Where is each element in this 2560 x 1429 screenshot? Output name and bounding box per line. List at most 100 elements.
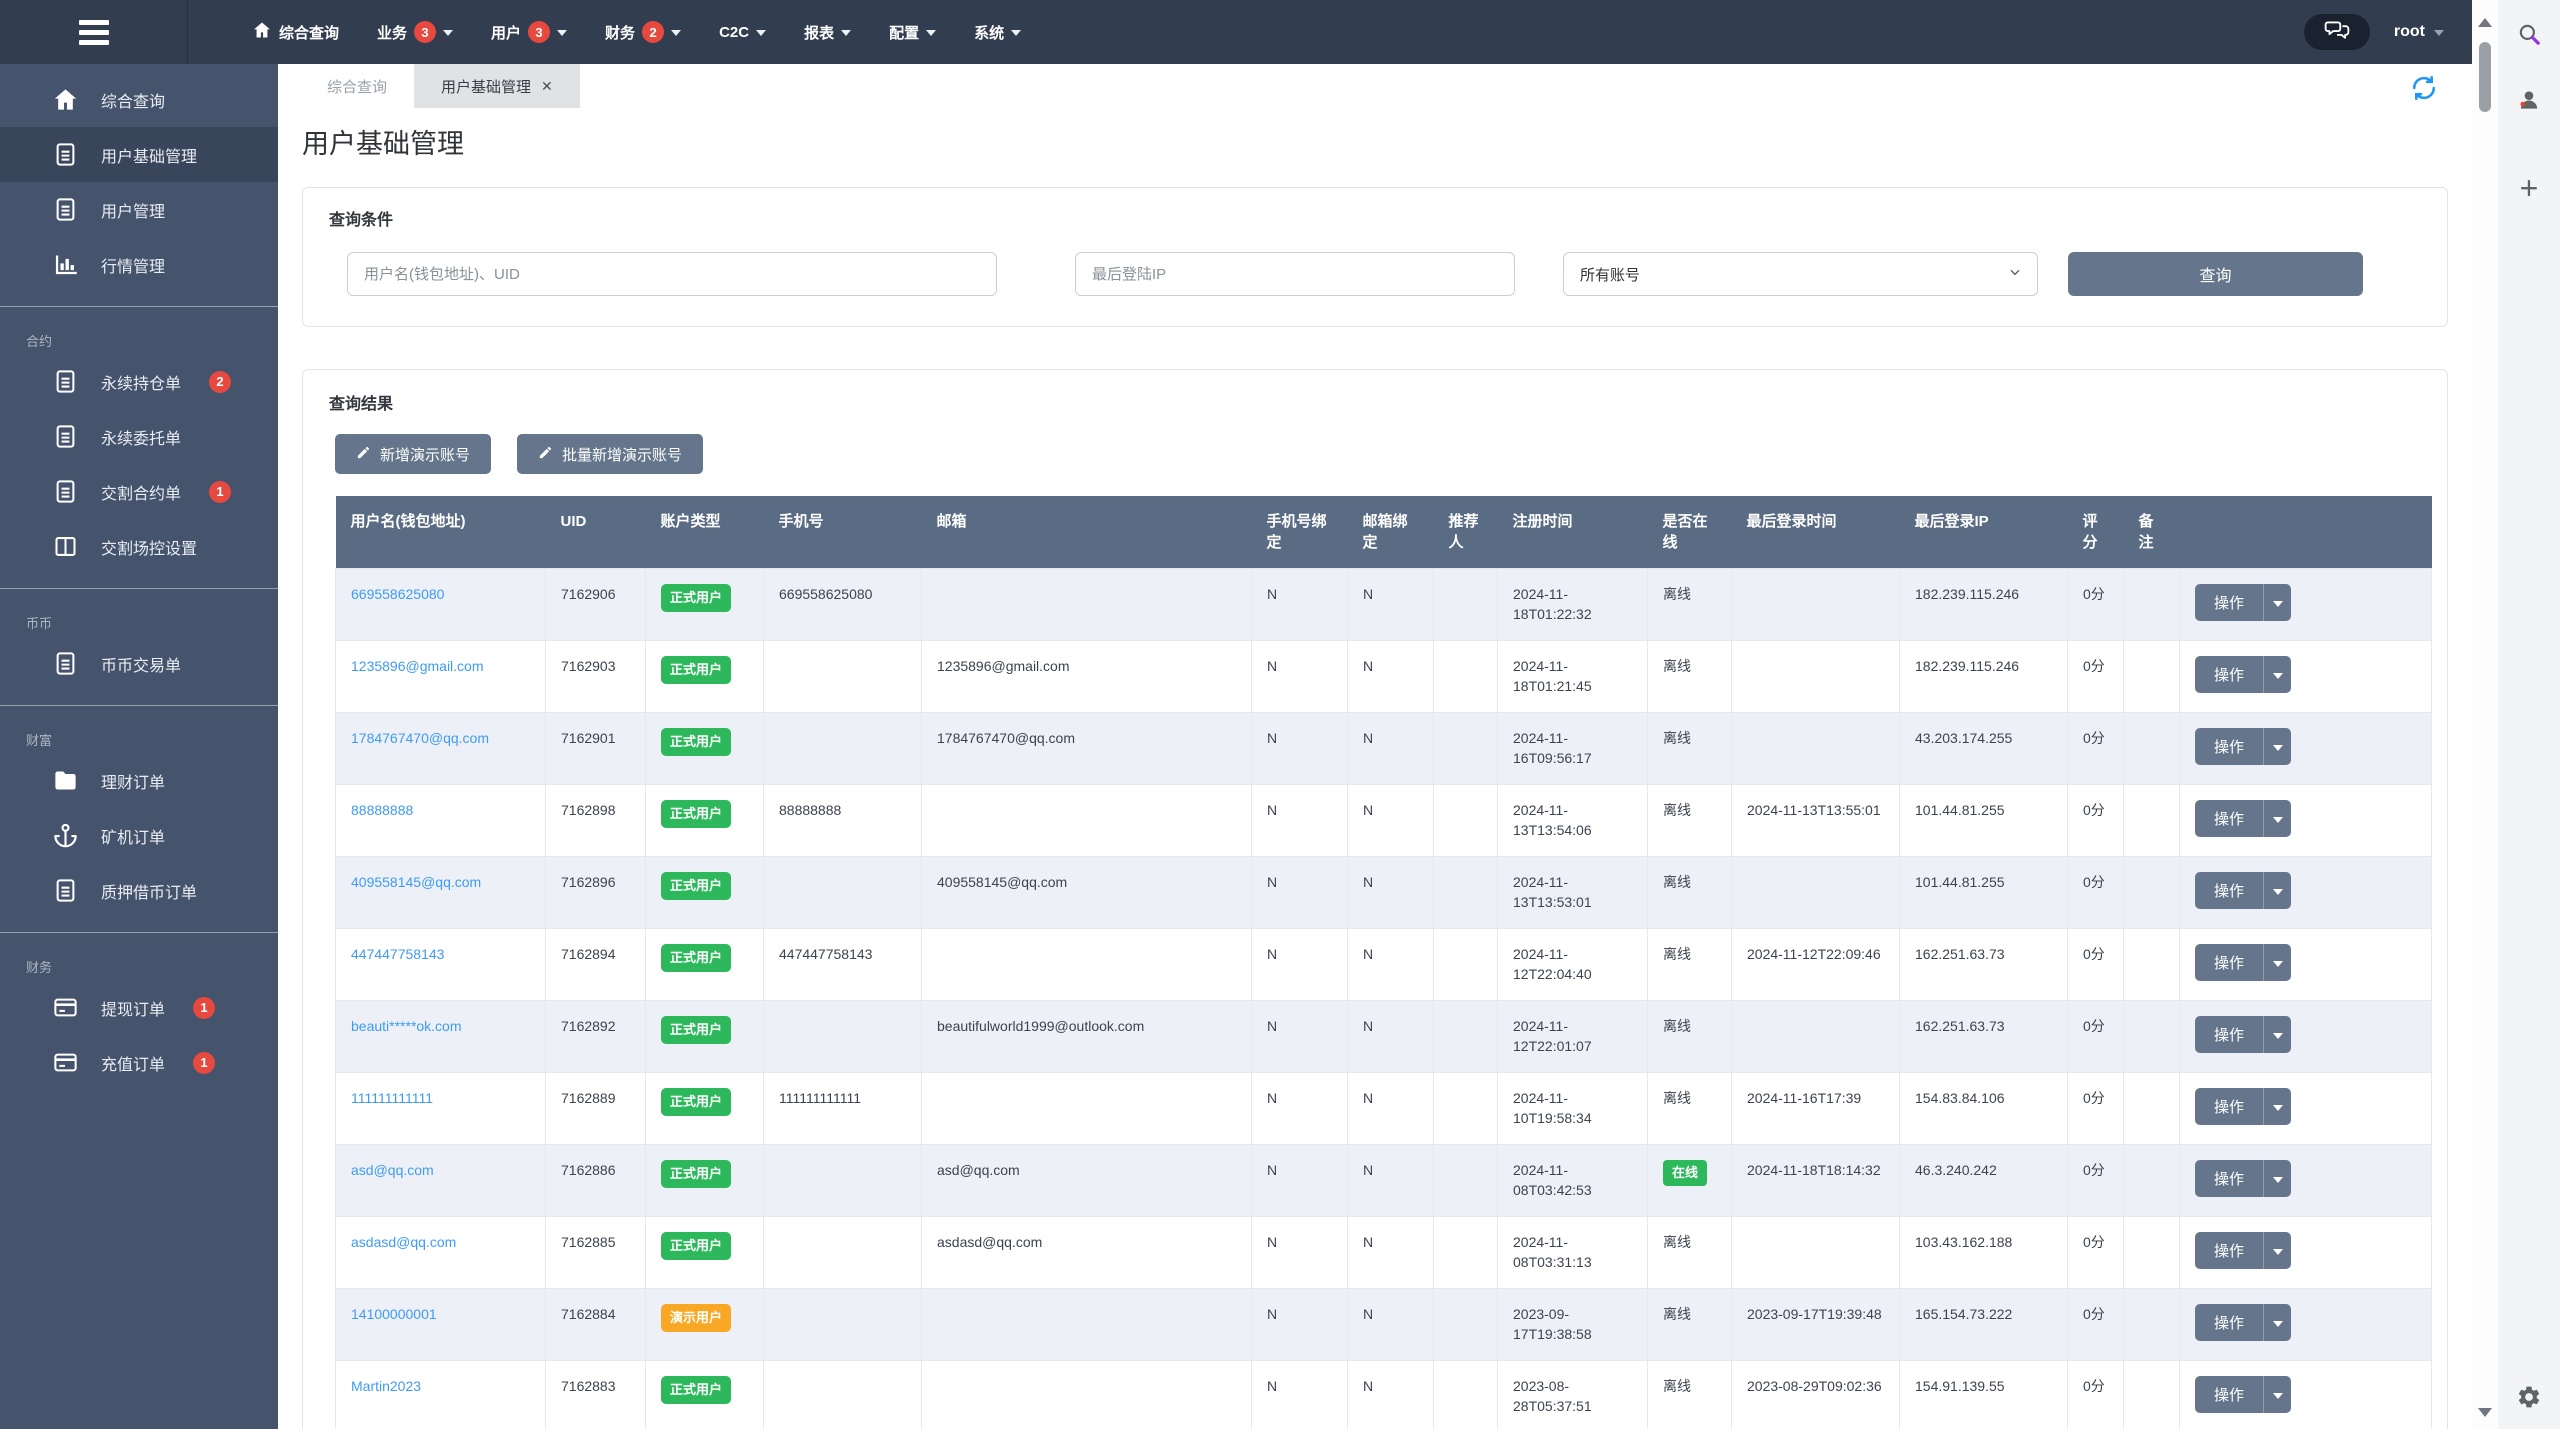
action-button[interactable]: 操作 [2195,800,2265,837]
username-link[interactable]: 88888888 [351,802,413,818]
tab-summary-query[interactable]: 综合查询 [300,64,414,108]
cell-last_login_ip: 101.44.81.255 [1899,784,2068,857]
add-demo-account-button[interactable]: 新增演示账号 [335,434,492,474]
nav-item-3[interactable]: 财务 2 [605,21,682,43]
nav-item-6[interactable]: 配置 [889,22,937,43]
username-link[interactable]: asd@qq.com [351,1162,434,1178]
cell-reg_time: 2024-11-18T01:22:32 [1497,568,1648,641]
sidebar-item-1-1[interactable]: 永续委托单 [0,409,278,464]
cell-online_label: 离线 [1647,1000,1732,1073]
action-dropdown-button[interactable] [2264,728,2291,765]
action-dropdown-button[interactable] [2264,1016,2291,1053]
action-dropdown-button[interactable] [2264,1304,2291,1341]
close-icon[interactable]: ✕ [541,78,553,95]
chart-icon [52,251,79,278]
username-link[interactable]: 409558145@qq.com [351,874,481,890]
nav-item-5[interactable]: 报表 [804,22,852,43]
last_login_ip-text: 182.239.115.246 [1915,586,2020,602]
nav-item-4[interactable]: C2C [719,24,767,41]
score-text: 0分 [2083,946,2105,962]
action-dropdown-button[interactable] [2264,872,2291,909]
username-link[interactable]: 669558625080 [351,586,444,602]
sidebar-toggle-button[interactable] [0,0,188,64]
reg_time-text: 2024-11-08T03:31:13 [1513,1234,1592,1270]
username-link[interactable]: 111111111111 [351,1090,433,1106]
batch-add-demo-account-button[interactable]: 批量新增演示账号 [517,434,704,474]
username-link[interactable]: 447447758143 [351,946,444,962]
sidebar-item-1-2[interactable]: 交割合约单 1 [0,464,278,519]
nav-item-7[interactable]: 系统 [974,22,1022,43]
gear-icon[interactable] [2513,1381,2545,1413]
chevron-down-icon [2272,744,2283,751]
action-dropdown-button[interactable] [2264,1160,2291,1197]
sidebar-item-1-0[interactable]: 永续持仓单 2 [0,354,278,409]
uid-text: 7162898 [561,802,616,818]
tab-user-base-management[interactable]: 用户基础管理 ✕ [414,64,580,108]
action-button[interactable]: 操作 [2195,656,2265,693]
scroll-up-arrow-icon[interactable] [2478,18,2492,27]
nav-item-1[interactable]: 业务 3 [377,21,454,43]
profile-icon[interactable] [2513,84,2545,116]
action-button[interactable]: 操作 [2195,1160,2265,1197]
cell-email_bound: N [1347,1216,1434,1289]
action-button[interactable]: 操作 [2195,1304,2265,1341]
username-link[interactable]: 1784767470@qq.com [351,730,489,746]
cell-reg_time: 2024-11-18T01:21:45 [1497,640,1648,713]
user-menu[interactable]: root [2394,23,2444,41]
scrollbar-thumb[interactable] [2479,42,2491,112]
username-link[interactable]: 14100000001 [351,1306,437,1322]
action-button[interactable]: 操作 [2195,1016,2265,1053]
username-input[interactable] [347,252,997,296]
cell-referrer [1433,1216,1498,1289]
sidebar-item-2-0[interactable]: 币币交易单 [0,636,278,691]
cell-type_label: 正式用户 [645,1360,764,1429]
plus-icon[interactable]: + [2513,170,2545,206]
action-button[interactable]: 操作 [2195,1088,2265,1125]
action-button[interactable]: 操作 [2195,1376,2265,1413]
cell-reg_time: 2024-11-12T22:01:07 [1497,1000,1648,1073]
action-split-button: 操作 [2195,1160,2292,1197]
action-dropdown-button[interactable] [2264,1232,2291,1269]
chat-button[interactable] [2303,14,2370,50]
page-scrollbar[interactable] [2472,0,2498,1429]
sidebar-item-0-0[interactable]: 综合查询 [0,72,278,127]
sidebar-item-3-2[interactable]: 质押借币订单 [0,863,278,918]
nav-item-0[interactable]: 综合查询 [252,20,339,44]
action-button[interactable]: 操作 [2195,872,2265,909]
username-link[interactable]: asdasd@qq.com [351,1234,456,1250]
last-login-ip-input[interactable] [1075,252,1515,296]
search-button[interactable]: 查询 [2068,252,2363,296]
score-text: 0分 [2083,802,2105,818]
username-link[interactable]: beauti*****ok.com [351,1018,462,1034]
action-dropdown-button[interactable] [2264,1376,2291,1413]
search-icon[interactable] [2513,18,2545,50]
sidebar-item-4-1[interactable]: 充值订单 1 [0,1035,278,1090]
action-button[interactable]: 操作 [2195,944,2265,981]
sidebar-item-3-1[interactable]: 矿机订单 [0,808,278,863]
sidebar-item-3-0[interactable]: 理财订单 [0,753,278,808]
username-link[interactable]: 1235896@gmail.com [351,658,484,674]
sidebar-item-0-2[interactable]: 用户管理 [0,182,278,237]
sidebar-item-4-0[interactable]: 提现订单 1 [0,980,278,1035]
chevron-down-icon [2272,1248,2283,1255]
action-dropdown-button[interactable] [2264,1088,2291,1125]
cell-referrer [1433,568,1498,641]
action-dropdown-button[interactable] [2264,944,2291,981]
action-button[interactable]: 操作 [2195,728,2265,765]
action-dropdown-button[interactable] [2264,584,2291,621]
username-link[interactable]: Martin2023 [351,1378,421,1394]
action-dropdown-button[interactable] [2264,656,2291,693]
sidebar-item-0-3[interactable]: 行情管理 [0,237,278,292]
nav-item-2[interactable]: 用户 3 [491,21,568,43]
cell-phone [763,1288,922,1361]
action-button[interactable]: 操作 [2195,1232,2265,1269]
account-type-select[interactable]: 所有账号 [1563,252,2038,296]
scroll-down-arrow-icon[interactable] [2478,1408,2492,1417]
score-text: 0分 [2083,1018,2105,1034]
action-dropdown-button[interactable] [2264,800,2291,837]
sidebar-item-0-1[interactable]: 用户基础管理 [0,127,278,182]
action-button[interactable]: 操作 [2195,584,2265,621]
sidebar-item-1-3[interactable]: 交割场控设置 [0,519,278,574]
cell-type_label: 正式用户 [645,856,764,929]
refresh-button[interactable] [2410,74,2438,102]
